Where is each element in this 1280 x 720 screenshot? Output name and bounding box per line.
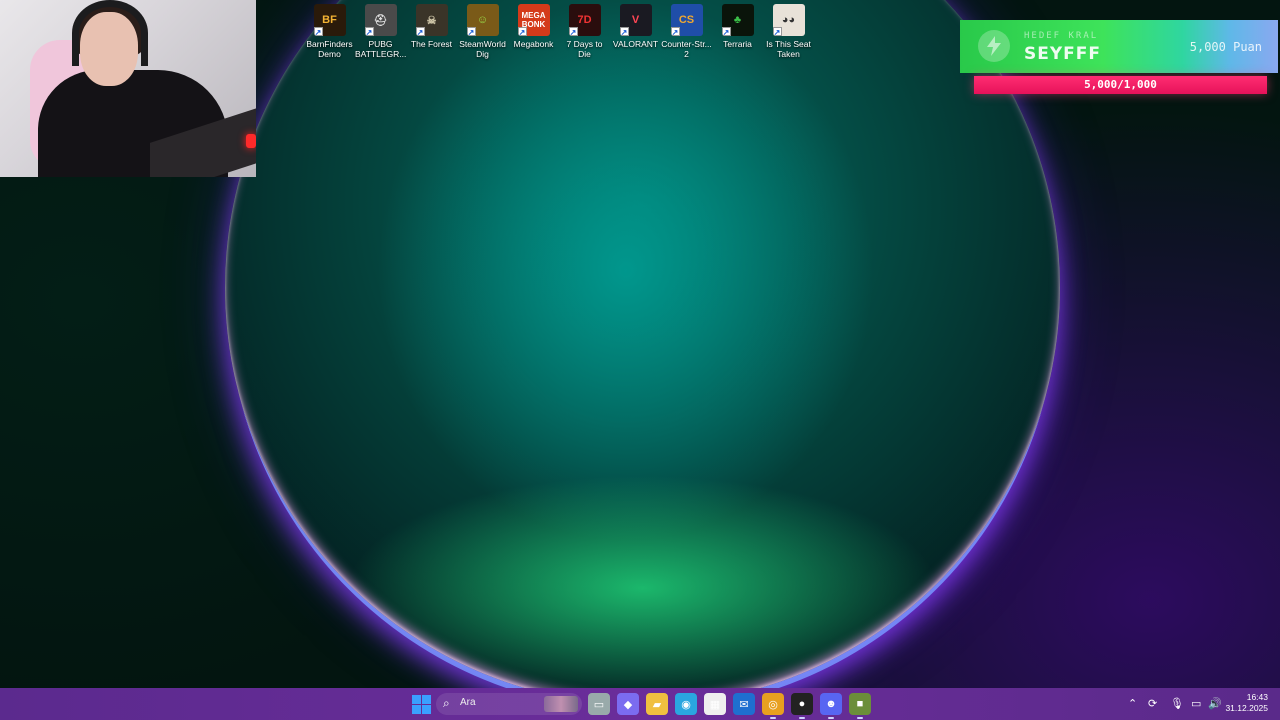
icon-glyph: ☠ — [426, 14, 437, 27]
desktop-icon[interactable]: V ↗ VALORANT — [610, 4, 661, 59]
desktop-icon-label: 7 Days to Die — [566, 39, 603, 59]
alert-banner: HEDEF KRAL SEYFFF 5,000 Puan — [960, 20, 1278, 73]
taskbar-search[interactable]: ⌕ Ara — [436, 693, 582, 715]
search-highlight-image — [544, 696, 578, 712]
app-glyph: ■ — [856, 698, 864, 710]
icon-glyph: CS — [678, 14, 695, 26]
app-glyph: ◎ — [768, 698, 778, 711]
minecraft-icon[interactable]: ■ — [849, 693, 871, 719]
steamworld-dig-icon: ☺ ↗ — [466, 4, 499, 36]
task-view-icon[interactable]: ▭ — [588, 693, 610, 715]
shortcut-arrow-icon: ↗ — [364, 27, 374, 36]
desktop-icon[interactable]: MEGA BONK ↗ Megabonk — [508, 4, 559, 59]
taskbar-clock[interactable]: 16:43 31.12.2025 — [1225, 692, 1268, 714]
alert-points: 5,000 Puan — [1189, 40, 1262, 54]
shortcut-arrow-icon: ↗ — [721, 27, 731, 36]
app-glyph: ◆ — [623, 698, 633, 711]
microphone-icon[interactable]: 🎙 — [1170, 697, 1184, 710]
discord-icon[interactable]: ☻ — [820, 693, 842, 719]
app-glyph: ✉ — [739, 698, 749, 711]
desktop-icon-label: The Forest — [410, 39, 453, 49]
desktop-icon-label: Counter-Str... 2 — [661, 39, 712, 59]
alert-progress-bar: 5,000/1,000 — [974, 76, 1267, 94]
sync-icon[interactable]: ⟳ — [1148, 697, 1157, 710]
7-days-to-die-icon: 7D ↗ — [568, 4, 601, 36]
alert-username: SEYFFF — [1024, 44, 1102, 64]
search-placeholder: Ara — [460, 697, 476, 708]
search-icon: ⌕ — [443, 696, 450, 710]
taskbar — [0, 688, 1280, 720]
megabonk-icon: MEGA BONK ↗ — [517, 4, 550, 36]
desktop-icon[interactable]: ♣ ↗ Terraria — [712, 4, 763, 59]
app-glyph: ▭ — [593, 698, 605, 711]
icon-glyph: ☺ — [476, 14, 489, 26]
alert-progress-text: 5,000/1,000 — [1084, 78, 1157, 91]
chrome-icon[interactable]: ◎ — [762, 693, 784, 719]
icon-glyph: ♣ — [733, 14, 742, 26]
shortcut-arrow-icon: ↗ — [568, 27, 578, 36]
desktop-icon[interactable]: 7D ↗ 7 Days to Die — [559, 4, 610, 59]
desktop-icon[interactable]: CS ↗ Counter-Str... 2 — [661, 4, 712, 59]
shortcut-arrow-icon: ↗ — [415, 27, 425, 36]
m365-copilot-icon[interactable]: ◆ — [617, 693, 639, 715]
desktop-icon[interactable]: ☠ ↗ The Forest — [406, 4, 457, 59]
icon-glyph: BF — [322, 14, 337, 26]
icon-glyph: ⛑ — [373, 14, 388, 27]
stream-alert-widget: HEDEF KRAL SEYFFF 5,000 Puan 5,000/1,000 — [960, 20, 1278, 100]
network-icon[interactable]: ▭ — [1191, 697, 1201, 710]
desktop-icon-label: Is This Seat Taken — [766, 39, 811, 59]
desktop-icon-label: VALORANT — [612, 39, 659, 49]
desktop-icon-label: SteamWorld Dig — [459, 39, 506, 59]
desktop-icon[interactable]: ☺ ↗ SteamWorld Dig — [457, 4, 508, 59]
clock-time: 16:43 — [1246, 692, 1268, 702]
shortcut-arrow-icon: ↗ — [619, 27, 629, 36]
desktop-icon[interactable]: ◕◕ ↗ Is This Seat Taken — [763, 4, 814, 59]
is-this-seat-taken-icon: ◕◕ ↗ — [772, 4, 805, 36]
icon-glyph: 7D — [577, 14, 592, 26]
desktop-icon-label: BarnFinders Demo — [306, 39, 353, 59]
terraria-icon: ♣ ↗ — [721, 4, 754, 36]
desktop-icon-grid: BF ↗ BarnFinders Demo ⛑ ↗ PUBG BATTLEGR... ☠ ↗ T… — [304, 4, 814, 59]
app-glyph: ◉ — [681, 698, 691, 711]
app-glyph: ☻ — [825, 698, 837, 710]
webcam-overlay — [0, 0, 256, 177]
desktop-icon[interactable]: ⛑ ↗ PUBG BATTLEGR... — [355, 4, 406, 59]
shortcut-arrow-icon: ↗ — [313, 27, 323, 36]
app-glyph: ▦ — [709, 698, 721, 711]
desktop-icon[interactable]: BF ↗ BarnFinders Demo — [304, 4, 355, 59]
shortcut-arrow-icon: ↗ — [772, 27, 782, 36]
windows-logo-icon — [411, 694, 431, 714]
clock-date: 31.12.2025 — [1225, 703, 1268, 713]
app-glyph: ● — [798, 698, 806, 710]
pubg-icon: ⛑ ↗ — [364, 4, 397, 36]
app-glyph: ▰ — [652, 698, 662, 711]
icon-glyph: V — [631, 14, 640, 26]
file-explorer-icon[interactable]: ▰ — [646, 693, 668, 715]
shortcut-arrow-icon: ↗ — [670, 27, 680, 36]
edge-icon[interactable]: ◉ — [675, 693, 697, 715]
icon-glyph: ◕◕ — [781, 14, 796, 26]
counter-strike-2-icon: CS ↗ — [670, 4, 703, 36]
alert-kicker: HEDEF KRAL — [1024, 31, 1099, 41]
chevron-up-icon[interactable]: ⌃ — [1128, 697, 1137, 710]
the-forest-icon: ☠ ↗ — [415, 4, 448, 36]
start-button[interactable] — [410, 693, 432, 715]
lightning-icon — [978, 30, 1010, 62]
volume-icon[interactable]: 🔊 — [1208, 697, 1222, 710]
desktop-icon-label: Terraria — [723, 39, 752, 49]
outlook-icon[interactable]: ✉ — [733, 693, 755, 715]
desktop-icon-label: PUBG BATTLEGR... — [355, 39, 407, 59]
barnfinders-icon: BF ↗ — [313, 4, 346, 36]
obs-icon[interactable]: ● — [791, 693, 813, 719]
microsoft-store-icon[interactable]: ▦ — [704, 693, 726, 715]
shortcut-arrow-icon: ↗ — [517, 27, 527, 36]
desktop-icon-label: Megabonk — [513, 39, 554, 49]
wallpaper-orb-rim — [225, 0, 1060, 688]
valorant-icon: V ↗ — [619, 4, 652, 36]
shortcut-arrow-icon: ↗ — [466, 27, 476, 36]
